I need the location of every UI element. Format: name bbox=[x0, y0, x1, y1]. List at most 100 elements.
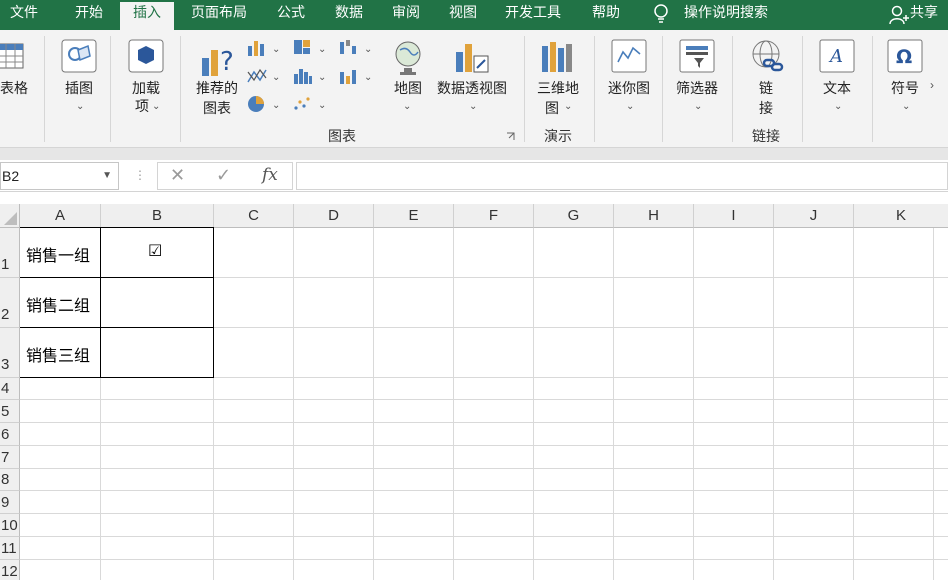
worksheet-grid[interactable]: A B C D E F G H I J K 1 2 3 4 5 6 7 8 9 … bbox=[0, 204, 948, 580]
row-header-3[interactable]: 3 bbox=[0, 328, 20, 378]
tab-home[interactable]: 开始 bbox=[62, 0, 116, 30]
svg-text:A: A bbox=[828, 46, 843, 67]
row-header-1[interactable]: 1 bbox=[0, 228, 20, 278]
table-icon bbox=[0, 40, 24, 72]
tab-data[interactable]: 数据 bbox=[324, 0, 374, 30]
sparklines-button[interactable]: 迷你图 bbox=[602, 78, 656, 98]
chevron-down-icon[interactable]: ▼ bbox=[102, 163, 112, 189]
chevron-down-icon: ⌄ bbox=[152, 101, 161, 112]
name-box[interactable]: B2 ▼ bbox=[0, 162, 119, 190]
formula-bar-grip-icon[interactable]: ⋮ bbox=[134, 168, 146, 182]
svg-text:⌄: ⌄ bbox=[318, 44, 326, 55]
waterfall-chart-icon[interactable]: ⌄ bbox=[338, 38, 376, 58]
tab-page-layout[interactable]: 页面布局 bbox=[182, 0, 256, 30]
svg-text:⌄: ⌄ bbox=[364, 72, 372, 83]
tab-insert[interactable]: 插入 bbox=[120, 2, 174, 30]
cell-b3[interactable] bbox=[101, 328, 213, 377]
line-chart-icon[interactable]: ⌄ bbox=[246, 66, 284, 86]
insert-function-icon[interactable]: fx bbox=[262, 165, 278, 185]
tab-review[interactable]: 审阅 bbox=[381, 0, 431, 30]
name-box-value: B2 bbox=[2, 168, 20, 184]
svg-text:⌄: ⌄ bbox=[272, 100, 280, 111]
addins-icon bbox=[127, 38, 165, 74]
scatter-chart-icon[interactable]: ⌄ bbox=[292, 94, 330, 114]
tab-formulas[interactable]: 公式 bbox=[266, 0, 316, 30]
formula-spacer bbox=[0, 192, 948, 204]
row-header-7[interactable]: 7 bbox=[0, 446, 20, 469]
row-header-2[interactable]: 2 bbox=[0, 278, 20, 328]
row-header-5[interactable]: 5 bbox=[0, 400, 20, 423]
chevron-down-icon: ⌄ bbox=[834, 101, 843, 112]
select-all-corner[interactable] bbox=[0, 204, 20, 228]
slicer-icon bbox=[678, 38, 716, 74]
hierarchy-chart-icon[interactable]: ⌄ bbox=[292, 38, 330, 58]
formula-bar: B2 ▼ ⋮ ✕ ✓ fx bbox=[0, 160, 948, 192]
row-header-8[interactable]: 8 bbox=[0, 469, 20, 491]
row-header-9[interactable]: 9 bbox=[0, 491, 20, 514]
column-header-c[interactable]: C bbox=[214, 204, 294, 228]
table-button[interactable]: 表格 bbox=[0, 78, 30, 98]
cell-b1-checkbox[interactable]: ☑ bbox=[148, 241, 162, 261]
column-header-f[interactable]: F bbox=[454, 204, 534, 228]
3d-map-line2: 图 bbox=[545, 100, 559, 116]
illustrations-button[interactable]: 插图 bbox=[58, 78, 100, 98]
column-header-b[interactable]: B bbox=[101, 204, 214, 228]
link-icon bbox=[748, 38, 786, 78]
addins-button[interactable]: 加载 bbox=[124, 78, 168, 98]
pie-chart-icon[interactable]: ⌄ bbox=[246, 94, 284, 114]
ribbon-separator bbox=[0, 148, 948, 160]
maps-button[interactable]: 地图 bbox=[388, 78, 428, 98]
cell-a1[interactable]: 销售一组 bbox=[26, 242, 90, 266]
recommended-charts-line2: 图表 bbox=[203, 100, 231, 116]
statistic-chart-icon[interactable]: ⌄ bbox=[292, 66, 330, 86]
tours-group-label: 演示 bbox=[544, 128, 572, 144]
chevron-down-icon: ⌄ bbox=[902, 101, 911, 112]
row-header-11[interactable]: 11 bbox=[0, 537, 20, 560]
formula-input[interactable] bbox=[296, 162, 948, 190]
tell-me-search[interactable]: 操作说明搜索 bbox=[684, 0, 784, 30]
share-user-icon[interactable] bbox=[888, 4, 910, 26]
column-chart-icon[interactable]: ⌄ bbox=[246, 38, 284, 58]
svg-text:⌄: ⌄ bbox=[318, 100, 326, 111]
cell-a3[interactable]: 销售三组 bbox=[26, 342, 90, 366]
enter-icon[interactable]: ✓ bbox=[216, 165, 231, 186]
column-header-e[interactable]: E bbox=[374, 204, 454, 228]
column-header-h[interactable]: H bbox=[614, 204, 694, 228]
3d-map-button[interactable]: 三维地 bbox=[532, 78, 584, 98]
filters-button[interactable]: 筛选器 bbox=[670, 78, 724, 98]
charts-group-label: 图表 bbox=[328, 128, 356, 144]
tab-developer[interactable]: 开发工具 bbox=[496, 0, 570, 30]
cancel-icon[interactable]: ✕ bbox=[170, 165, 185, 186]
link-button[interactable]: 链 bbox=[750, 78, 782, 98]
column-header-g[interactable]: G bbox=[534, 204, 614, 228]
svg-text:Ω: Ω bbox=[896, 46, 912, 68]
row-header-12[interactable]: 12 bbox=[0, 560, 20, 580]
tab-view[interactable]: 视图 bbox=[438, 0, 488, 30]
column-header-i[interactable]: I bbox=[694, 204, 774, 228]
svg-text:⌄: ⌄ bbox=[272, 44, 280, 55]
tab-file[interactable]: 文件 bbox=[0, 0, 48, 30]
recommended-charts-button[interactable]: 推荐的 bbox=[192, 78, 242, 98]
row-header-6[interactable]: 6 bbox=[0, 423, 20, 446]
pivot-chart-button[interactable]: 数据透视图 bbox=[434, 78, 510, 98]
link-button-line2: 接 bbox=[759, 100, 773, 116]
combo-chart-icon[interactable]: ⌄ bbox=[338, 66, 376, 86]
symbols-button[interactable]: 符号 bbox=[884, 78, 926, 98]
column-header-a[interactable]: A bbox=[20, 204, 101, 228]
text-box-icon: A bbox=[818, 38, 856, 74]
cell-b2[interactable] bbox=[101, 278, 213, 327]
ribbon-panel: 表格 插图 ⌄ 加载 项 ⌄ ? 推荐的 图表 ⌄ ⌄ ⌄ ⌄ ⌄ ⌄ ⌄ ⌄ … bbox=[0, 30, 948, 148]
tab-help[interactable]: 帮助 bbox=[582, 0, 630, 30]
row-header-10[interactable]: 10 bbox=[0, 514, 20, 537]
text-button[interactable]: 文本 bbox=[814, 78, 860, 98]
omega-icon: Ω bbox=[886, 38, 924, 74]
column-header-k[interactable]: K bbox=[854, 204, 948, 228]
dialog-launcher-icon[interactable] bbox=[506, 130, 516, 140]
cell-a2[interactable]: 销售二组 bbox=[26, 292, 90, 316]
share-button[interactable]: 共享 bbox=[910, 0, 946, 30]
ribbon-scroll-right-icon[interactable]: › bbox=[930, 79, 934, 91]
column-header-d[interactable]: D bbox=[294, 204, 374, 228]
globe-icon bbox=[390, 38, 426, 78]
column-header-j[interactable]: J bbox=[774, 204, 854, 228]
row-header-4[interactable]: 4 bbox=[0, 378, 20, 400]
